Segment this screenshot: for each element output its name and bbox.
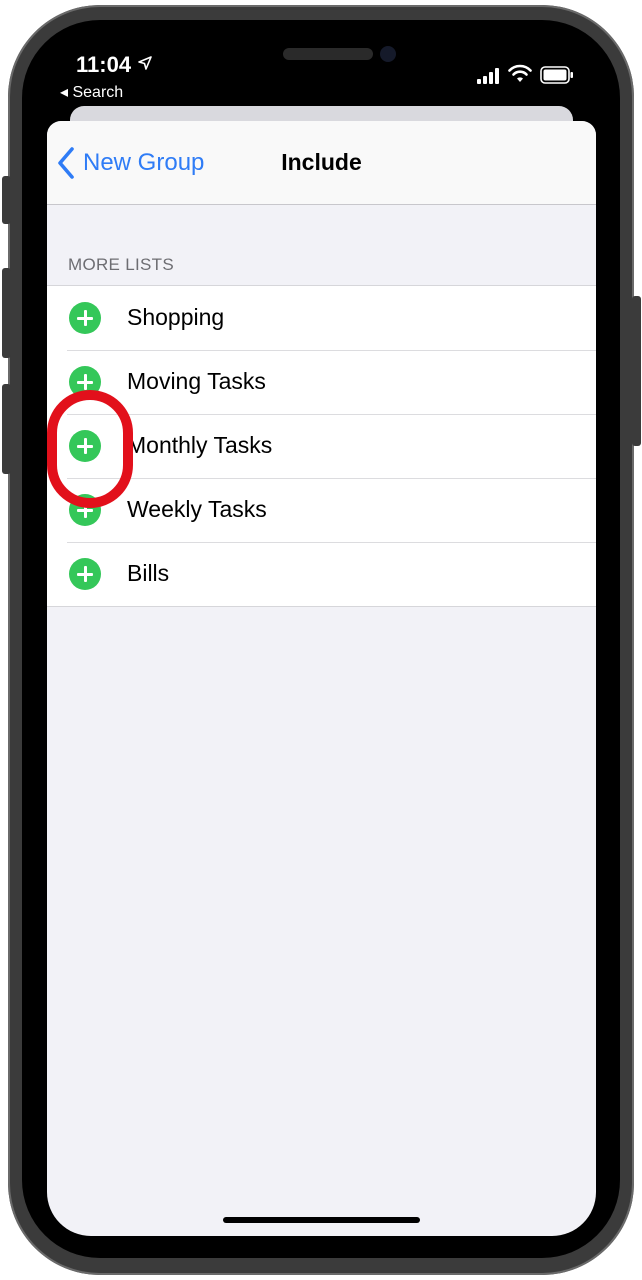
list-item-moving-tasks[interactable]: Moving Tasks [47,350,596,414]
volume-down-button [2,384,11,474]
list-item-weekly-tasks[interactable]: Weekly Tasks [47,478,596,542]
page-title: Include [47,149,596,176]
list-item-label: Monthly Tasks [127,432,273,458]
more-lists: Shopping Moving Tasks Monthly Tasks Week… [47,285,596,607]
list-item-bills[interactable]: Bills [47,542,596,606]
wifi-icon [508,64,532,82]
plus-circle-icon[interactable] [69,494,101,526]
list-item-monthly-tasks[interactable]: Monthly Tasks [47,414,596,478]
list-item-label: Moving Tasks [127,368,266,394]
location-arrow-icon [138,56,152,70]
plus-circle-icon[interactable] [69,302,101,334]
plus-circle-icon[interactable] [69,430,101,462]
list-item-label: Bills [127,560,170,586]
silent-switch [2,176,11,224]
front-camera [380,46,396,62]
navigation-bar: New Group Include [47,121,596,205]
status-time: 11:04 [76,52,132,77]
earpiece-speaker [283,48,373,60]
power-button [632,296,641,446]
plus-circle-icon[interactable] [69,366,101,398]
cellular-signal-icon [477,68,499,84]
section-header: MORE LISTS [68,255,174,274]
list-item-shopping[interactable]: Shopping [47,286,596,350]
page-title-text: Include [281,149,362,175]
list-item-label: Weekly Tasks [127,496,267,522]
include-sheet: New Group Include MORE LISTS Shopping Mo… [47,121,596,1236]
battery-icon [540,66,573,84]
plus-circle-icon[interactable] [69,558,101,590]
back-to-app-link[interactable]: ◂ Search [60,82,123,102]
home-indicator[interactable] [223,1217,420,1223]
volume-up-button [2,268,11,358]
list-item-label: Shopping [127,304,225,330]
